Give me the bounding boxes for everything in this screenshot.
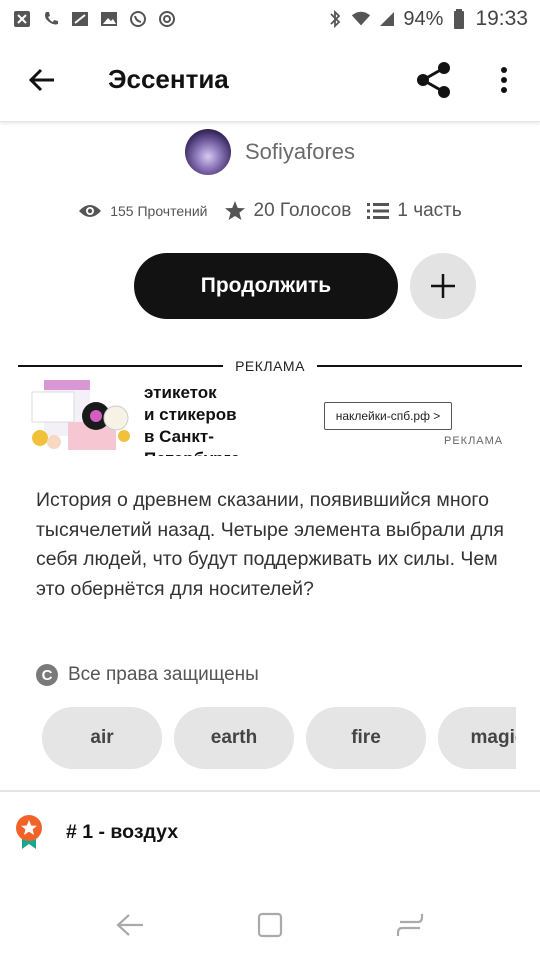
nav-back-icon	[116, 914, 143, 936]
tag-chip[interactable]: earth	[174, 707, 294, 769]
parts-stat: 1 часть	[367, 200, 462, 222]
nav-home-icon	[257, 912, 283, 938]
screenshot-icon	[70, 10, 90, 28]
ad-image[interactable]	[28, 378, 132, 452]
phone-icon	[41, 10, 61, 28]
divider-line	[316, 365, 523, 367]
clock: 19:33	[475, 7, 528, 30]
settings-icon	[157, 10, 177, 28]
parts-count: 1 часть	[397, 200, 462, 221]
tag-chip[interactable]: fire	[306, 707, 426, 769]
arrow-back-icon	[28, 68, 54, 91]
bluetooth-icon	[325, 9, 345, 29]
share-button[interactable]	[406, 52, 462, 108]
wifi-icon	[351, 10, 371, 28]
nav-back-button[interactable]	[100, 895, 160, 955]
reads-count: 155 Прочтений	[110, 203, 208, 219]
system-nav-bar	[0, 890, 540, 960]
more-vertical-icon	[501, 66, 507, 93]
page-title: Эссентиа	[108, 64, 229, 94]
ad-text[interactable]: этикеток и стикеров в Санкт- Петербурге	[144, 382, 254, 456]
ranking-badge-icon	[16, 815, 42, 849]
battery-icon	[449, 9, 469, 29]
tags-list: air earth fire magic	[42, 707, 516, 769]
ad-divider: РЕКЛАМА	[18, 356, 523, 376]
chapter-item[interactable]: # 1 - воздух	[14, 814, 178, 850]
signal-icon	[377, 10, 397, 28]
copyright-label: Все права защищены	[68, 664, 259, 685]
ad-small-label: РЕКЛАМА	[444, 435, 504, 447]
app-bar: Эссентиа	[0, 38, 540, 122]
plus-icon	[431, 274, 455, 298]
chapter-title[interactable]: # 1 - воздух	[66, 821, 178, 844]
system-indicators: 94% 19:33	[325, 7, 528, 31]
continue-reading-button[interactable]: Продолжить	[134, 253, 398, 319]
author-row[interactable]: Sofiyafores	[0, 128, 540, 176]
eye-icon	[79, 205, 102, 217]
add-to-library-button[interactable]	[410, 253, 476, 319]
nav-recents-icon	[396, 914, 424, 936]
story-stats: 155 Прочтений 20 Голосов 1 часть	[0, 200, 540, 222]
back-button[interactable]	[14, 52, 70, 108]
ad-link-button[interactable]: наклейки-спб.рф >	[324, 402, 452, 430]
more-options-button[interactable]	[484, 52, 524, 108]
divider-line	[18, 365, 224, 367]
section-divider	[0, 790, 540, 792]
nav-home-button[interactable]	[240, 895, 300, 955]
tag-chip[interactable]: magic	[438, 707, 516, 769]
image-icon	[99, 10, 119, 28]
votes-stat: 20 Голосов	[224, 200, 352, 222]
nav-recents-button[interactable]	[380, 895, 440, 955]
author-name[interactable]: Sofiyafores	[245, 139, 355, 165]
whatsapp-icon	[128, 10, 148, 28]
ad-label: РЕКЛАМА	[235, 358, 305, 374]
missed-call-icon	[12, 10, 32, 28]
story-actions: Продолжить	[0, 253, 540, 319]
notification-icons	[12, 10, 177, 28]
ad-banner[interactable]: этикеток и стикеров в Санкт- Петербурге …	[28, 378, 512, 456]
list-icon	[367, 203, 390, 219]
author-avatar[interactable]	[184, 129, 231, 175]
reads-stat: 155 Прочтений	[78, 203, 208, 219]
copyright-row: C Все права защищены	[36, 664, 259, 686]
tag-chip[interactable]: air	[42, 707, 162, 769]
battery-level: 94%	[403, 7, 444, 30]
status-bar: 94% 19:33	[0, 0, 540, 38]
story-description: История о древнем сказании, появившийся …	[36, 489, 504, 600]
votes-count: 20 Голосов	[253, 200, 352, 221]
copyright-icon: C	[36, 664, 58, 686]
share-icon	[417, 61, 450, 98]
star-icon	[224, 201, 245, 220]
